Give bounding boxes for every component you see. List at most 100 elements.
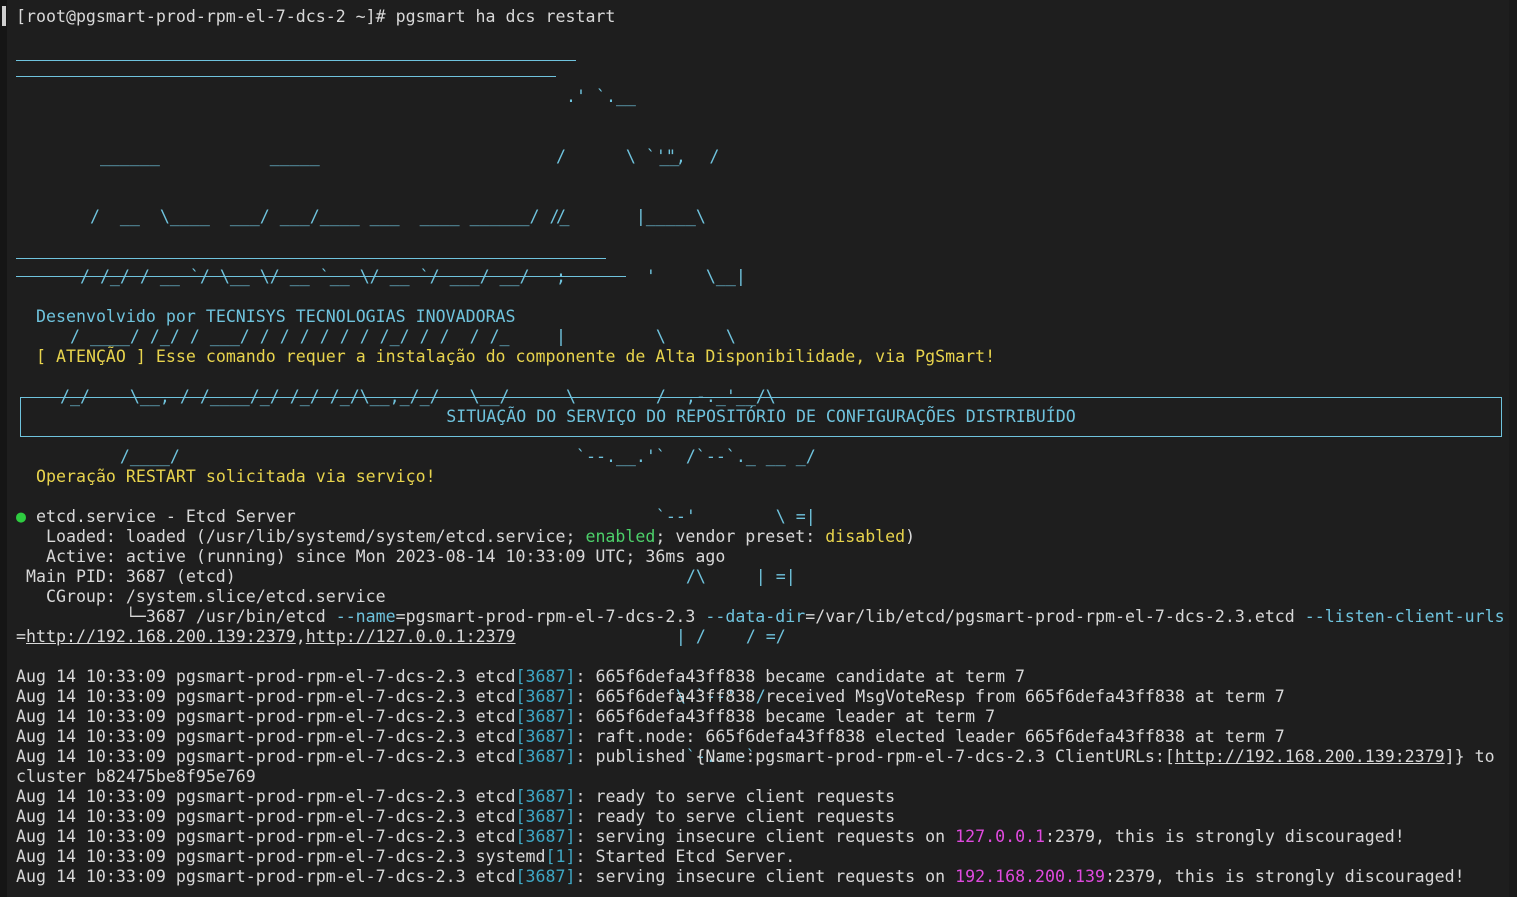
log-process: etcd [475,667,516,686]
log-message: : 665f6defa43ff838 became leader at term… [575,707,996,726]
log-pid: [3687] [515,667,576,686]
vendor-preset-status: disabled [825,527,906,546]
log-message-end: :2379, this is strongly discouraged! [1045,827,1405,846]
cursor-marker [2,6,6,26]
log-prefix: Aug 14 10:33:09 pgsmart-prod-rpm-el-7-dc… [16,707,476,726]
log-pid: [1] [545,847,576,866]
log-line: Aug 14 10:33:09 pgsmart-prod-rpm-el-7-dc… [16,827,1405,847]
loaded-text: Loaded: loaded (/usr/lib/systemd/system/… [16,527,586,546]
log-pid: [3687] [515,687,576,706]
elephant-line: | \ \ [556,327,736,346]
developer-credit: Desenvolvido por TECNISYS TECNOLOGIAS IN… [36,307,516,326]
log-line: Aug 14 10:33:09 pgsmart-prod-rpm-el-7-dc… [16,707,995,727]
log-pid: [3687] [515,707,576,726]
log-line: Aug 14 10:33:09 pgsmart-prod-rpm-el-7-dc… [16,667,1025,687]
log-message: : Started Etcd Server. [575,847,796,866]
loaded-mid: ; vendor preset: [655,527,826,546]
log-line: Aug 14 10:33:09 pgsmart-prod-rpm-el-7-dc… [16,727,1285,747]
log-process: etcd [475,827,516,846]
log-pid: [3687] [515,787,576,806]
ip-address: 127.0.0.1 [955,827,1046,846]
log-prefix: Aug 14 10:33:09 pgsmart-prod-rpm-el-7-dc… [16,827,476,846]
log-prefix: Aug 14 10:33:09 pgsmart-prod-rpm-el-7-dc… [16,867,476,886]
log-line: Aug 14 10:33:09 pgsmart-prod-rpm-el-7-dc… [16,867,1465,887]
log-line: Aug 14 10:33:09 pgsmart-prod-rpm-el-7-dc… [16,747,1495,767]
log-prefix: Aug 14 10:33:09 pgsmart-prod-rpm-el-7-dc… [16,847,476,866]
service-title-line: ● etcd.service - Etcd Server [16,507,296,527]
log-pid: [3687] [515,747,576,766]
opt-name: --name [335,607,396,626]
log-prefix: Aug 14 10:33:09 pgsmart-prod-rpm-el-7-dc… [16,747,476,766]
opt-data-dir-value: =/var/lib/etcd/pgsmart-prod-rpm-el-7-dcs… [805,607,1305,626]
log-message: : published {Name:pgsmart-prod-rpm-el-7-… [575,747,1175,766]
elephant-line: `--.__.'` /`--`._ __ _/ [556,447,816,466]
service-cmd-urls-line: =http://192.168.200.139:2379,http://127.… [16,627,516,647]
log-process: etcd [475,867,516,886]
log-process: systemd [475,847,546,866]
log-prefix: Aug 14 10:33:09 pgsmart-prod-rpm-el-7-dc… [16,807,476,826]
service-cgroup-line: CGroup: /system.slice/etcd.service [16,587,386,606]
elephant-line: / \ `'", [556,147,686,166]
log-pid: [3687] [515,807,576,826]
elephant-line: | / / =/ [556,627,786,646]
log-message: : ready to serve client requests [575,807,896,826]
service-loaded-line: Loaded: loaded (/usr/lib/systemd/system/… [16,527,915,547]
service-pid-line: Main PID: 3687 (etcd) [16,567,236,586]
cmd-comma: , [295,627,306,646]
logo-rule-1 [16,60,576,61]
log-line: Aug 14 10:33:09 pgsmart-prod-rpm-el-7-dc… [16,787,895,807]
status-dot-icon: ● [16,507,26,526]
log-line: Aug 14 10:33:09 pgsmart-prod-rpm-el-7-dc… [16,807,895,827]
log-process: etcd [475,807,516,826]
log-message: : serving insecure client requests on [575,827,956,846]
log-pid: [3687] [515,867,576,886]
opt-listen-client-urls: --listen-client-urls [1304,607,1505,626]
log-process: etcd [475,787,516,806]
service-title: etcd.service - Etcd Server [26,507,296,526]
log-process: etcd [475,687,516,706]
elephant-line: / |_____\ [556,207,706,226]
logo-rule-2 [16,76,556,77]
cmd-prefix: └─3687 /usr/bin/etcd [16,607,336,626]
url-link[interactable]: http://192.168.200.139:2379 [26,627,296,646]
elephant-line: /\ | =| [556,567,796,586]
log-message-end: :2379, this is strongly discouraged! [1104,867,1465,886]
url-link[interactable]: http://127.0.0.1:2379 [306,627,516,646]
log-pid: [3687] [515,827,576,846]
log-process: etcd [475,707,516,726]
log-prefix: Aug 14 10:33:09 pgsmart-prod-rpm-el-7-dc… [16,787,476,806]
service-status-banner: SITUAÇÃO DO SERVIÇO DO REPOSITÓRIO DE CO… [20,397,1502,437]
log-message-end: ]} to [1444,747,1495,766]
log-process: etcd [475,727,516,746]
terminal-window[interactable]: [root@pgsmart-prod-rpm-el-7-dcs-2 ~]# pg… [0,0,1517,897]
log-message: : ready to serve client requests [575,787,896,806]
log-message: : 665f6defa43ff838 became candidate at t… [575,667,1026,686]
log-line: Aug 14 10:33:09 pgsmart-prod-rpm-el-7-dc… [16,847,795,867]
elephant-line: ; ' \__| [556,267,746,286]
log-message: : 665f6defa43ff838 received MsgVoteResp … [575,687,1285,706]
loaded-suffix: ) [905,527,916,546]
log-line-continued: cluster b82475be8f95e769 [16,767,256,786]
elephant-line: .' `.__ [556,87,636,106]
elephant-line: `--' \ =| [556,507,816,526]
log-prefix: Aug 14 10:33:09 pgsmart-prod-rpm-el-7-dc… [16,727,476,746]
opt-data-dir: --data-dir [705,607,806,626]
log-process: etcd [475,747,516,766]
ha-warning: [ ATENÇÃO ] Esse comando requer a instal… [36,347,996,366]
log-prefix: Aug 14 10:33:09 pgsmart-prod-rpm-el-7-dc… [16,667,476,686]
left-margin [0,0,7,897]
url-link[interactable]: http://192.168.200.139:2379 [1175,747,1445,766]
log-line: Aug 14 10:33:09 pgsmart-prod-rpm-el-7-dc… [16,687,1285,707]
cmd-eq: = [16,627,26,646]
log-prefix: Aug 14 10:33:09 pgsmart-prod-rpm-el-7-dc… [16,687,476,706]
opt-name-value: =pgsmart-prod-rpm-el-7-dcs-2.3 [395,607,706,626]
ip-address: 192.168.200.139 [955,867,1105,886]
log-message: : raft.node: 665f6defa43ff838 elected le… [575,727,1285,746]
service-cmd-line: └─3687 /usr/bin/etcd --name=pgsmart-prod… [16,607,1505,627]
log-message: : serving insecure client requests on [575,867,956,886]
enabled-status: enabled [585,527,656,546]
command-prompt: [root@pgsmart-prod-rpm-el-7-dcs-2 ~]# pg… [16,7,616,26]
service-active-line: Active: active (running) since Mon 2023-… [16,547,726,566]
log-pid: [3687] [515,727,576,746]
scrollbar[interactable] [1509,0,1517,897]
